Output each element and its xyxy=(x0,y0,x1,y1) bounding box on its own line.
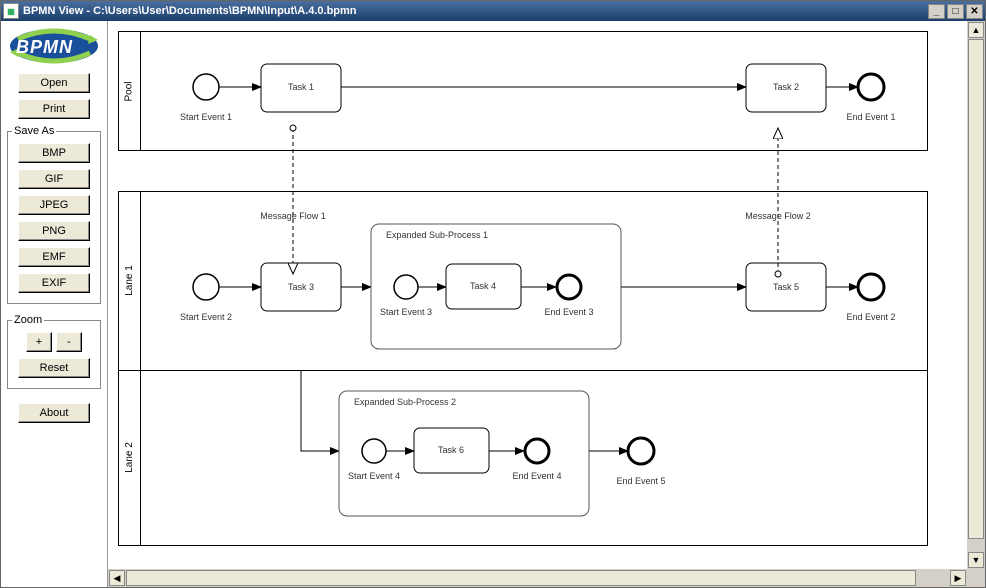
horizontal-scroll-thumb[interactable] xyxy=(126,570,916,586)
app-icon: ▦ xyxy=(3,3,19,19)
logo: BPMN xyxy=(8,27,100,65)
horizontal-scrollbar[interactable]: ◀ ▶ xyxy=(108,569,967,587)
scroll-corner xyxy=(967,569,985,587)
print-button[interactable]: Print xyxy=(18,99,90,119)
svg-text:Task 4: Task 4 xyxy=(470,281,496,291)
task-4 xyxy=(446,264,521,309)
end-event-1 xyxy=(858,74,884,100)
task-2 xyxy=(746,64,826,112)
zoom-out-button[interactable]: - xyxy=(56,332,82,352)
end-event-3 xyxy=(557,275,581,299)
pool-2[interactable]: Lane 1 Start Event 2 Task 3 xyxy=(118,191,928,546)
scroll-right-button[interactable]: ▶ xyxy=(950,570,966,586)
task-3 xyxy=(261,263,341,311)
window-title: BPMN View - C:\Users\User\Documents\BPMN… xyxy=(23,5,926,17)
save-emf-button[interactable]: EMF xyxy=(18,247,90,267)
minimize-button[interactable]: _ xyxy=(928,4,945,19)
lane-2-header: Lane 2 xyxy=(119,371,141,545)
svg-text:Expanded Sub-Process 1: Expanded Sub-Process 1 xyxy=(386,230,488,240)
scroll-left-button[interactable]: ◀ xyxy=(109,570,125,586)
zoom-group: Zoom + - Reset xyxy=(7,314,101,389)
svg-text:End Event 1: End Event 1 xyxy=(846,112,895,122)
svg-text:Task 5: Task 5 xyxy=(773,282,799,292)
scroll-down-button[interactable]: ▼ xyxy=(968,552,984,568)
end-event-5 xyxy=(628,438,654,464)
svg-text:Start Event 2: Start Event 2 xyxy=(180,312,232,322)
svg-text:Expanded Sub-Process 2: Expanded Sub-Process 2 xyxy=(354,397,456,407)
vertical-scrollbar[interactable]: ▲ ▼ xyxy=(967,21,985,569)
start-event-4 xyxy=(362,439,386,463)
save-jpeg-button[interactable]: JPEG xyxy=(18,195,90,215)
save-gif-button[interactable]: GIF xyxy=(18,169,90,189)
vertical-scroll-thumb[interactable] xyxy=(968,39,984,539)
save-bmp-button[interactable]: BMP xyxy=(18,143,90,163)
svg-text:Task 2: Task 2 xyxy=(773,82,799,92)
svg-text:Start Event 3: Start Event 3 xyxy=(380,307,432,317)
close-button[interactable]: ✕ xyxy=(966,4,983,19)
pool-1-header: Pool xyxy=(119,32,141,150)
end-event-4 xyxy=(525,439,549,463)
start-event-2 xyxy=(193,274,219,300)
sub-process-2 xyxy=(339,391,589,516)
sub-process-1 xyxy=(371,224,621,349)
open-button[interactable]: Open xyxy=(18,73,90,93)
pool-1[interactable]: Pool Start Event 1 Task 1 xyxy=(118,31,928,151)
app-window: ▦ BPMN View - C:\Users\User\Documents\BP… xyxy=(0,0,986,588)
lane-1-header: Lane 1 xyxy=(119,192,141,370)
saveas-group: Save As BMP GIF JPEG PNG EMF EXIF xyxy=(7,125,101,304)
svg-text:Task 3: Task 3 xyxy=(288,282,314,292)
save-exif-button[interactable]: EXIF xyxy=(18,273,90,293)
scroll-up-button[interactable]: ▲ xyxy=(968,22,984,38)
zoom-in-button[interactable]: + xyxy=(26,332,52,352)
zoom-legend: Zoom xyxy=(12,314,44,326)
maximize-button[interactable]: □ xyxy=(947,4,964,19)
svg-text:End Event 2: End Event 2 xyxy=(846,312,895,322)
start-event-1 xyxy=(193,74,219,100)
task-6 xyxy=(414,428,489,473)
svg-text:End Event 5: End Event 5 xyxy=(616,476,665,486)
sidebar: BPMN Open Print Save As BMP GIF JPEG PNG… xyxy=(1,21,107,587)
save-png-button[interactable]: PNG xyxy=(18,221,90,241)
zoom-reset-button[interactable]: Reset xyxy=(18,358,90,378)
svg-text:Task 1: Task 1 xyxy=(288,82,314,92)
svg-text:End Event 3: End Event 3 xyxy=(544,307,593,317)
task-5 xyxy=(746,263,826,311)
diagram-canvas[interactable]: Message Flow 1 Message Flow 2 Pool Start… xyxy=(107,21,985,587)
lane-1[interactable]: Lane 1 Start Event 2 Task 3 xyxy=(119,192,927,371)
svg-text:Task 6: Task 6 xyxy=(438,445,464,455)
titlebar[interactable]: ▦ BPMN View - C:\Users\User\Documents\BP… xyxy=(1,1,985,21)
lane-2[interactable]: Lane 2 Expanded Sub-Process 2 xyxy=(119,371,927,545)
saveas-legend: Save As xyxy=(12,125,56,137)
svg-text:Start Event 4: Start Event 4 xyxy=(348,471,400,481)
window-body: BPMN Open Print Save As BMP GIF JPEG PNG… xyxy=(1,21,985,587)
start-event-3 xyxy=(394,275,418,299)
about-button[interactable]: About xyxy=(18,403,90,423)
svg-text:End Event 4: End Event 4 xyxy=(512,471,561,481)
logo-text: BPMN xyxy=(16,37,73,58)
diagram: Message Flow 1 Message Flow 2 Pool Start… xyxy=(118,31,928,586)
task-1 xyxy=(261,64,341,112)
end-event-2 xyxy=(858,274,884,300)
svg-text:Start Event 1: Start Event 1 xyxy=(180,112,232,122)
